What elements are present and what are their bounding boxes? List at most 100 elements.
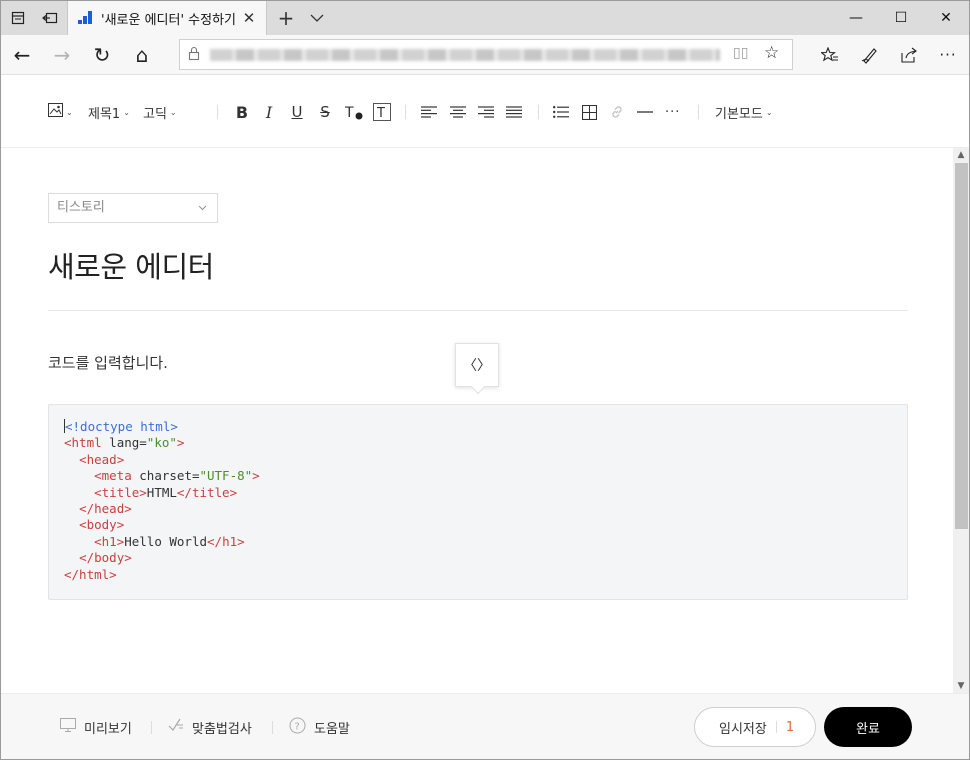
tab-title: '새로운 에디터' 수정하기	[101, 12, 237, 28]
category-value: 티스토리	[57, 200, 105, 215]
browser-window: '새로운 에디터' 수정하기 ✕ + — ☐ ✕ ← → ↻ ⌂ ▯▯ ☆ ··…	[0, 0, 970, 760]
more-menu-button[interactable]: ···	[929, 35, 967, 75]
code-block[interactable]: <!doctype html> <html lang="ko"> <head> …	[48, 404, 908, 600]
code-line: <h1>Hello World</h1>	[94, 533, 245, 549]
share-icon[interactable]	[890, 35, 928, 75]
tab-list-chevron-icon[interactable]	[305, 1, 329, 35]
editor-mode-dropdown[interactable]: 기본모드 ⌄	[715, 101, 773, 123]
scrollbar-thumb[interactable]	[955, 163, 968, 529]
svg-text:?: ?	[295, 721, 300, 732]
temp-save-divider	[775, 721, 777, 733]
chevron-down-icon: ⌄	[123, 107, 130, 117]
publish-done-button[interactable]: 완료	[824, 707, 912, 747]
toolbar-divider	[538, 105, 539, 119]
lock-icon	[188, 46, 200, 65]
chevron-down-icon: ⌄	[169, 107, 177, 117]
bullet-list-icon[interactable]	[553, 101, 569, 123]
post-title[interactable]: 새로운 에디터	[48, 244, 214, 286]
help-button[interactable]: ? 도움말	[289, 716, 350, 738]
table-icon[interactable]	[582, 101, 597, 123]
align-left-icon[interactable]	[421, 101, 437, 123]
favorites-list-icon[interactable]	[811, 35, 849, 75]
code-brackets-icon: 〈〉	[463, 358, 491, 374]
category-select[interactable]: 티스토리	[48, 193, 218, 223]
image-icon	[48, 103, 63, 121]
font-label: 고딕	[143, 106, 167, 122]
preview-label: 미리보기	[84, 721, 132, 737]
code-line: <title>HTML</title>	[94, 484, 238, 500]
refresh-button[interactable]: ↻	[83, 35, 121, 75]
footer-divider	[272, 721, 273, 734]
mode-label: 기본모드	[715, 106, 763, 122]
toolbar-divider	[405, 105, 406, 119]
back-button[interactable]: ←	[3, 35, 41, 75]
new-tab-button[interactable]: +	[273, 1, 299, 35]
code-block-button[interactable]: 〈〉	[455, 343, 499, 387]
temp-save-count: 1	[785, 719, 795, 735]
temp-save-button[interactable]: 임시저장 1	[694, 707, 816, 747]
reading-view-icon[interactable]: ▯▯	[733, 45, 748, 61]
tab-strip: '새로운 에디터' 수정하기 ✕ + — ☐ ✕	[1, 1, 969, 35]
code-line: <!doctype html>	[64, 419, 178, 434]
text-color-icon[interactable]: T	[345, 101, 363, 123]
spellcheck-icon	[168, 717, 184, 737]
underline-button[interactable]: U	[290, 101, 304, 123]
more-options-icon[interactable]: ···	[665, 101, 680, 123]
scroll-down-arrow-icon[interactable]: ▼	[953, 679, 969, 693]
navigation-bar: ← → ↻ ⌂ ▯▯ ☆ ···	[1, 35, 969, 75]
monitor-icon	[60, 718, 76, 736]
svg-text:T: T	[376, 106, 385, 121]
chevron-down-icon: ⌄	[66, 107, 73, 117]
chevron-down-icon	[198, 194, 207, 222]
preview-button[interactable]: 미리보기	[60, 716, 132, 738]
horizontal-line-icon[interactable]	[637, 101, 653, 123]
align-center-icon[interactable]	[450, 101, 466, 123]
minimize-button[interactable]: —	[833, 1, 879, 35]
bold-button[interactable]: B	[234, 101, 250, 123]
toolbar-divider	[698, 105, 699, 119]
heading-dropdown[interactable]: 제목1 ⌄	[88, 101, 130, 123]
font-dropdown[interactable]: 고딕 ⌄	[143, 101, 177, 123]
vertical-scrollbar[interactable]: ▲ ▼	[953, 148, 969, 693]
close-window-button[interactable]: ✕	[923, 1, 969, 35]
tistory-favicon-icon	[78, 11, 92, 25]
insert-image-button[interactable]: ⌄	[48, 101, 73, 123]
code-line: </body>	[79, 550, 132, 566]
code-line: <body>	[79, 517, 125, 533]
editor-content: 티스토리 새로운 에디터 코드를 입력합니다. 〈〉 <!doctype htm…	[1, 148, 953, 693]
body-paragraph[interactable]: 코드를 입력합니다.	[48, 352, 168, 373]
code-line: <html lang="ko">	[64, 435, 185, 451]
svg-text:T: T	[345, 105, 354, 120]
heading-label: 제목1	[88, 106, 121, 122]
text-background-icon[interactable]: T	[373, 101, 391, 123]
browser-tab-active[interactable]: '새로운 에디터' 수정하기 ✕	[67, 1, 267, 35]
code-line: </head>	[79, 500, 132, 516]
favorite-star-icon[interactable]: ☆	[764, 43, 779, 63]
title-divider	[48, 310, 908, 311]
forward-button[interactable]: →	[43, 35, 81, 75]
link-icon[interactable]	[609, 101, 625, 123]
align-justify-icon[interactable]	[506, 101, 522, 123]
editor-toolbar: ⌄ 제목1 ⌄ 고딕 ⌄ B I U S T T ··· 기본모드 ⌄	[1, 76, 969, 148]
strikethrough-button[interactable]: S	[318, 101, 332, 123]
home-button[interactable]: ⌂	[123, 35, 161, 75]
tab-actions-icon[interactable]	[2, 1, 34, 35]
spellcheck-button[interactable]: 맞춤법검사	[168, 716, 252, 738]
align-right-icon[interactable]	[478, 101, 494, 123]
temp-save-label: 임시저장	[719, 721, 767, 737]
footer-divider	[151, 721, 152, 734]
toolbar-divider	[217, 105, 218, 119]
address-bar[interactable]: ▯▯ ☆	[179, 39, 793, 70]
chevron-down-icon: ⌄	[765, 107, 773, 117]
spellcheck-label: 맞춤법검사	[192, 721, 252, 737]
editor-footer: 미리보기 맞춤법검사 ? 도움말 임시저장 1 완료	[1, 693, 969, 759]
web-note-pen-icon[interactable]	[851, 35, 889, 75]
italic-button[interactable]: I	[263, 101, 275, 123]
help-label: 도움말	[314, 721, 350, 737]
maximize-button[interactable]: ☐	[878, 1, 924, 35]
tab-close-icon[interactable]: ✕	[240, 9, 258, 27]
scroll-up-arrow-icon[interactable]: ▲	[953, 148, 969, 162]
code-line: <head>	[79, 451, 125, 467]
help-circle-icon: ?	[289, 717, 306, 738]
set-tabs-aside-icon[interactable]	[34, 1, 66, 35]
